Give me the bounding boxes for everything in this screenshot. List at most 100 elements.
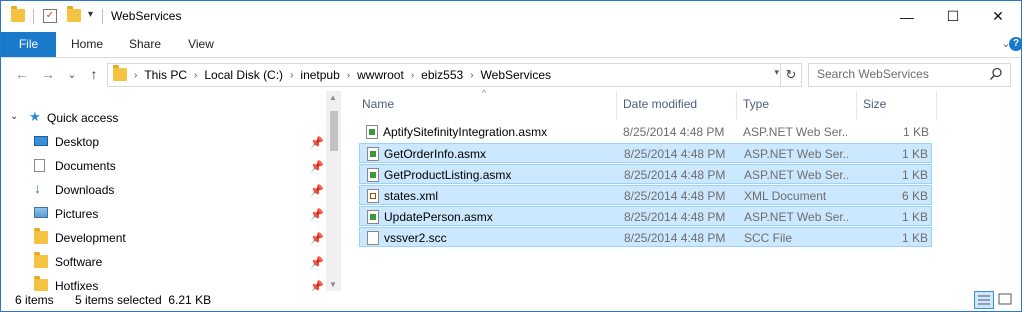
up-arrow-icon[interactable]: ↑	[85, 65, 103, 83]
desktop-icon	[34, 135, 48, 149]
help-icon[interactable]: ?	[1009, 37, 1022, 51]
close-button[interactable]: ✕	[975, 1, 1021, 32]
sidebar-item-pictures[interactable]: Pictures 📌	[1, 203, 326, 225]
pin-icon[interactable]: 📌	[310, 136, 324, 149]
breadcrumb-separator[interactable]: ›	[288, 70, 295, 81]
tab-share[interactable]: Share	[119, 32, 171, 57]
breadcrumb-wwwroot[interactable]: wwwroot	[352, 68, 409, 82]
title-separator	[33, 9, 34, 24]
navigation-pane: ⌄ ★ Quick access Desktop 📌 Documents 📌 ↓…	[1, 91, 341, 291]
breadcrumb-separator[interactable]: ›	[409, 70, 416, 81]
tab-view[interactable]: View	[177, 32, 225, 57]
breadcrumb-inetpub[interactable]: inetpub	[295, 68, 344, 82]
folder-icon	[11, 6, 25, 25]
column-divider[interactable]	[736, 91, 737, 119]
pin-icon[interactable]: 📌	[310, 160, 324, 173]
breadcrumb-ebiz553[interactable]: ebiz553	[416, 68, 468, 82]
breadcrumb-separator[interactable]: ›	[192, 70, 199, 81]
column-divider[interactable]	[856, 91, 857, 119]
breadcrumb-webservices[interactable]: WebServices	[476, 68, 556, 82]
sidebar-item-hotfixes[interactable]: Hotfixes 📌	[1, 275, 326, 291]
forward-arrow-icon[interactable]: →	[39, 65, 57, 83]
file-date: 8/25/2014 4:48 PM	[624, 189, 726, 203]
search-input[interactable]	[809, 64, 987, 84]
pin-icon[interactable]: 📌	[310, 256, 324, 269]
tab-file[interactable]: File	[1, 32, 56, 57]
column-header-size[interactable]: Size	[863, 91, 886, 117]
sidebar-item-downloads[interactable]: ↓ Downloads 📌	[1, 179, 326, 201]
file-name: UpdatePerson.asmx	[384, 210, 493, 224]
file-date: 8/25/2014 4:48 PM	[624, 210, 726, 224]
file-size: 1 KB	[901, 168, 928, 182]
folder-icon	[34, 228, 48, 247]
address-dropdown-icon[interactable]: ▾	[774, 67, 779, 78]
file-date: 8/25/2014 4:48 PM	[623, 125, 725, 139]
maximize-button[interactable]: ☐	[930, 1, 976, 32]
file-date: 8/25/2014 4:48 PM	[624, 231, 726, 245]
file-row[interactable]: UpdatePerson.asmx 8/25/2014 4:48 PM ASP.…	[359, 206, 932, 226]
pin-icon[interactable]: 📌	[310, 184, 324, 197]
recent-locations-icon[interactable]: ⌄	[63, 65, 81, 83]
sidebar-item-label: Software	[55, 255, 103, 269]
new-folder-icon[interactable]	[67, 6, 81, 25]
sort-ascending-icon: ^	[482, 88, 487, 98]
details-view-button[interactable]	[974, 291, 994, 309]
address-bar[interactable]: › This PC › Local Disk (C:) › inetpub › …	[107, 63, 802, 87]
window-title: WebServices	[111, 9, 182, 23]
refresh-icon[interactable]: ↻	[780, 64, 801, 86]
customize-toolbar-icon[interactable]: ▾	[88, 9, 93, 25]
large-icons-view-button[interactable]	[996, 291, 1016, 309]
blank-file-icon	[367, 231, 379, 245]
column-header-type[interactable]: Type	[743, 91, 769, 117]
breadcrumb-separator[interactable]: ›	[132, 70, 139, 81]
file-date: 8/25/2014 4:48 PM	[624, 147, 726, 161]
pin-icon[interactable]: 📌	[310, 280, 324, 292]
file-row[interactable]: vssver2.scc 8/25/2014 4:48 PM SCC File 1…	[359, 227, 932, 247]
expand-arrow-icon[interactable]: ⌄	[10, 111, 18, 122]
column-divider[interactable]	[936, 91, 937, 119]
file-size: 1 KB	[901, 210, 928, 224]
file-row[interactable]: AptifySitefinityIntegration.asmx 8/25/20…	[359, 122, 932, 142]
sidebar-item-software[interactable]: Software 📌	[1, 251, 326, 273]
breadcrumb-local-disk[interactable]: Local Disk (C:)	[199, 68, 288, 82]
sidebar-item-documents[interactable]: Documents 📌	[1, 155, 326, 177]
folder-icon	[113, 65, 127, 84]
search-box[interactable]	[808, 63, 1011, 87]
pin-icon[interactable]: 📌	[310, 232, 324, 245]
title-separator	[102, 9, 103, 24]
folder-icon	[34, 276, 48, 291]
properties-icon[interactable]: ✓	[43, 9, 57, 23]
back-arrow-icon[interactable]: ←	[13, 65, 31, 83]
documents-icon	[34, 159, 45, 175]
explorer-window: ✓ ▾ WebServices — ☐ ✕ File Home Share Vi…	[0, 0, 1022, 312]
file-row[interactable]: states.xml 8/25/2014 4:48 PM XML Documen…	[359, 185, 932, 205]
pictures-icon	[34, 207, 48, 221]
scroll-up-icon[interactable]: ▲	[329, 93, 337, 102]
quick-access-item[interactable]: ⌄ ★ Quick access	[1, 107, 326, 129]
column-divider[interactable]	[616, 91, 617, 119]
file-name: states.xml	[384, 189, 439, 203]
tab-home[interactable]: Home	[61, 32, 113, 57]
selection-summary: 5 items selected 6.21 KB	[75, 293, 212, 307]
pin-icon[interactable]: 📌	[310, 208, 324, 221]
file-type: ASP.NET Web Ser...	[743, 125, 847, 139]
file-date: 8/25/2014 4:48 PM	[624, 168, 726, 182]
sidebar-item-development[interactable]: Development 📌	[1, 227, 326, 249]
breadcrumb-separator[interactable]: ›	[468, 70, 475, 81]
sidebar-item-desktop[interactable]: Desktop 📌	[1, 131, 326, 153]
scrollbar-thumb[interactable]	[330, 111, 338, 151]
scroll-down-icon[interactable]: ▼	[329, 280, 337, 289]
column-header-name[interactable]: Name	[362, 91, 394, 117]
breadcrumb-separator[interactable]: ›	[345, 70, 352, 81]
asmx-file-icon	[367, 147, 379, 161]
breadcrumb-this-pc[interactable]: This PC	[139, 68, 192, 82]
minimize-button[interactable]: —	[884, 1, 930, 32]
star-icon: ★	[29, 109, 41, 124]
file-row[interactable]: GetProductListing.asmx 8/25/2014 4:48 PM…	[359, 164, 932, 184]
file-size: 1 KB	[902, 125, 929, 139]
search-icon	[989, 67, 1005, 83]
file-row[interactable]: GetOrderInfo.asmx 8/25/2014 4:48 PM ASP.…	[359, 143, 932, 163]
column-header-date-modified[interactable]: Date modified	[623, 91, 697, 117]
details-view-icon	[978, 295, 990, 305]
navigation-scrollbar[interactable]: ▲ ▼	[326, 91, 341, 291]
